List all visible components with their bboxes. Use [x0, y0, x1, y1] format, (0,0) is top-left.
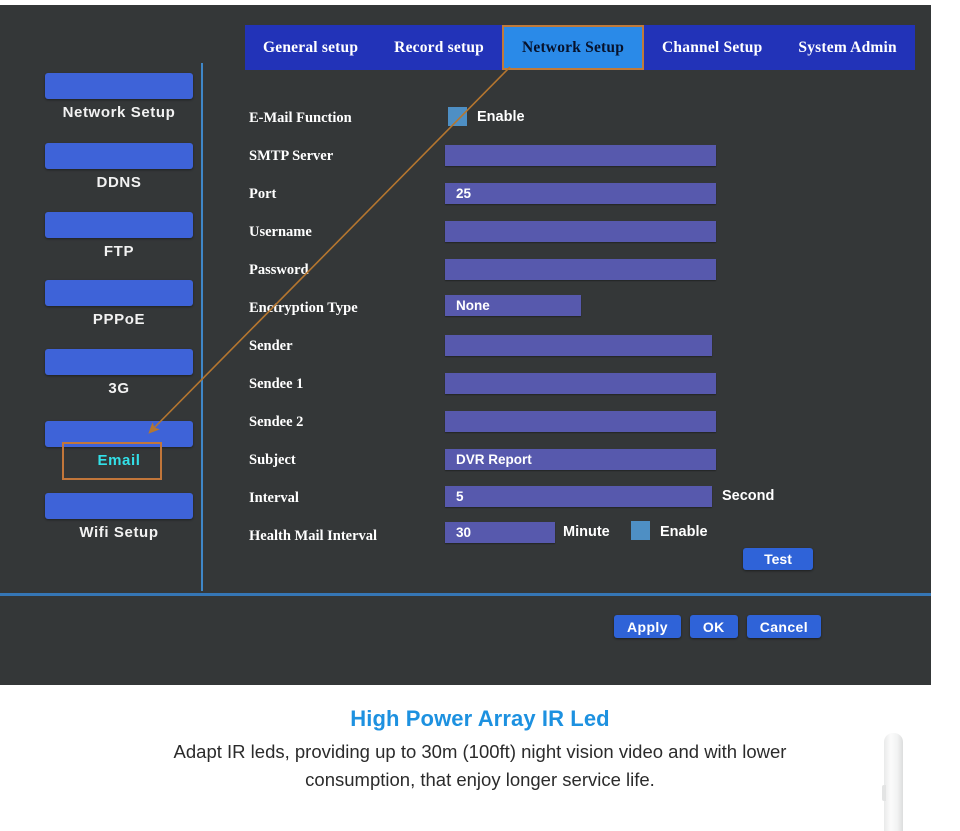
field-label: Sender — [249, 338, 293, 354]
sidebar-item-label: DDNS — [96, 174, 142, 191]
sidebar-item-label: Wifi Setup — [79, 524, 159, 541]
tab-channel-setup[interactable]: Channel Setup — [644, 25, 781, 70]
sendee-1-input[interactable] — [445, 373, 716, 394]
dvr-settings-panel: General setup Record setup Network Setup… — [0, 5, 931, 685]
ok-button[interactable]: OK — [689, 615, 738, 638]
form-row-interval: Interval 5 Second — [225, 486, 925, 511]
username-input[interactable] — [445, 221, 716, 242]
interval-unit-label: Second — [722, 488, 775, 504]
sidebar-item-label: 3G — [108, 380, 130, 397]
sidebar-item-label: PPPoE — [92, 311, 146, 328]
field-label: SMTP Server — [249, 148, 334, 164]
sidebar-item-wifi-setup[interactable]: Wifi Setup — [45, 493, 193, 541]
email-function-checkbox[interactable] — [448, 107, 467, 126]
port-input[interactable]: 25 — [445, 183, 716, 204]
sidebar-item-pppoe[interactable]: PPPoE — [45, 280, 193, 328]
tab-record-setup[interactable]: Record setup — [376, 25, 502, 70]
field-value: None — [456, 298, 490, 313]
sidebar-item-label: FTP — [103, 243, 135, 260]
health-mail-enable-checkbox[interactable] — [631, 521, 650, 540]
sidebar-item-ftp[interactable]: FTP — [45, 212, 193, 260]
apply-button[interactable]: Apply — [614, 615, 681, 638]
checkbox-label: Enable — [477, 109, 525, 125]
form-row-username: Username — [225, 221, 925, 245]
form-row-password: Password — [225, 259, 925, 283]
sidebar-item-ddns[interactable]: DDNS — [45, 143, 193, 191]
footer-separator — [0, 593, 931, 596]
sidebar-item-3g[interactable]: 3G — [45, 349, 193, 397]
smtp-server-input[interactable] — [445, 145, 716, 166]
form-row-health-mail-interval: Health Mail Interval 30 Minute Enable — [225, 521, 925, 549]
tab-network-setup[interactable]: Network Setup — [501, 25, 645, 70]
sendee-2-input[interactable] — [445, 411, 716, 432]
page-root: General setup Record setup Network Setup… — [0, 0, 960, 831]
form-row-sendee-2: Sendee 2 — [225, 411, 925, 435]
form-row-encryption-type: Enctryption Type None — [225, 295, 925, 321]
sidebar-item-label: Email — [97, 452, 141, 469]
form-row-subject: Subject DVR Report — [225, 449, 925, 473]
caption-title: High Power Array IR Led — [350, 706, 610, 731]
sidebar-chip — [45, 349, 193, 375]
tab-general-setup[interactable]: General setup — [245, 25, 377, 70]
interval-input[interactable]: 5 — [445, 486, 712, 507]
sidebar-item-network-setup[interactable]: Network Setup — [45, 73, 193, 121]
sidebar-chip — [45, 212, 193, 238]
sidebar: Network Setup DDNS FTP PPPoE 3G Email Wi… — [0, 65, 201, 590]
sidebar-chip — [45, 280, 193, 306]
test-button[interactable]: Test — [743, 548, 813, 570]
password-input[interactable] — [445, 259, 716, 280]
form-row-email-function: E-Mail Function Enable — [225, 107, 925, 131]
footer-button-group: Apply OK Cancel — [614, 615, 822, 638]
sidebar-chip — [45, 493, 193, 519]
field-label: E-Mail Function — [249, 110, 352, 126]
caption-body: Adapt IR leds, providing up to 30m (100f… — [173, 741, 787, 790]
sender-input[interactable] — [445, 335, 712, 356]
field-label: Sendee 2 — [249, 414, 304, 430]
checkbox-label: Enable — [660, 524, 708, 540]
product-caption: High Power Array IR Led Adapt IR leds, p… — [0, 706, 960, 794]
sidebar-chip — [45, 421, 193, 447]
field-label: Port — [249, 186, 277, 202]
field-label: Subject — [249, 452, 296, 468]
sidebar-item-label: Network Setup — [62, 104, 176, 121]
antenna-image — [884, 733, 903, 831]
field-value: DVR Report — [456, 452, 532, 467]
field-label: Interval — [249, 490, 299, 506]
field-label: Enctryption Type — [249, 300, 358, 316]
tab-bar: General setup Record setup Network Setup… — [245, 25, 915, 70]
encryption-type-select[interactable]: None — [445, 295, 581, 316]
sidebar-chip — [45, 73, 193, 99]
form-row-port: Port 25 — [225, 183, 925, 207]
sidebar-chip — [45, 143, 193, 169]
field-value: 30 — [456, 525, 472, 540]
field-value: 25 — [456, 186, 472, 201]
subject-input[interactable]: DVR Report — [445, 449, 716, 470]
antenna-notch — [882, 785, 886, 801]
form-row-smtp-server: SMTP Server — [225, 145, 925, 169]
field-label: Health Mail Interval — [249, 528, 378, 544]
field-label: Sendee 1 — [249, 376, 304, 392]
sidebar-item-email[interactable]: Email — [45, 421, 193, 469]
sidebar-divider — [201, 63, 203, 591]
cancel-button[interactable]: Cancel — [746, 615, 822, 638]
tab-system-admin[interactable]: System Admin — [780, 25, 915, 70]
form-row-sendee-1: Sendee 1 — [225, 373, 925, 397]
field-value: 5 — [456, 489, 464, 504]
health-mail-unit-label: Minute — [563, 524, 610, 540]
health-mail-interval-input[interactable]: 30 — [445, 522, 555, 543]
field-label: Password — [249, 262, 309, 278]
field-label: Username — [249, 224, 312, 240]
form-row-sender: Sender — [225, 335, 925, 359]
